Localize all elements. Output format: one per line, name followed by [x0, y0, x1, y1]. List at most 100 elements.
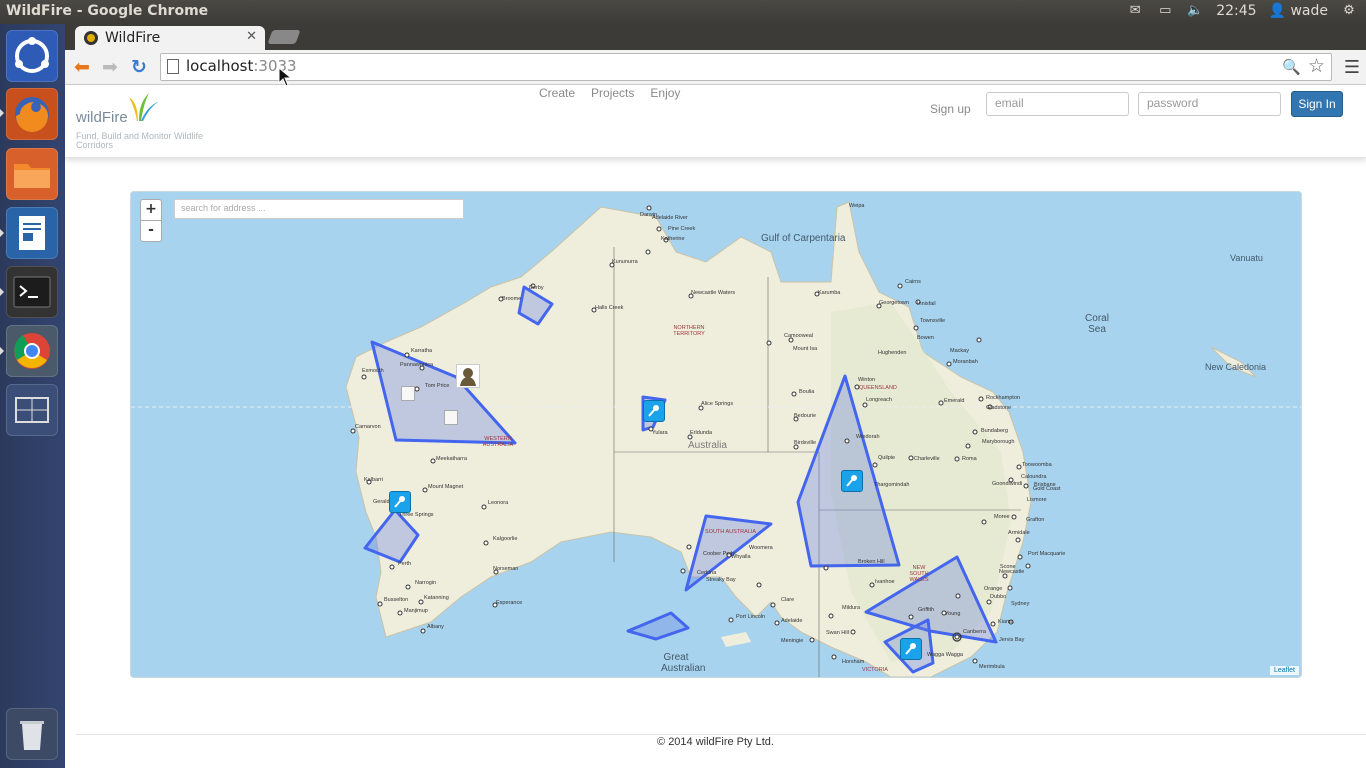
email-field[interactable]: email: [986, 92, 1129, 116]
project-marker[interactable]: [389, 491, 411, 513]
password-field[interactable]: password: [1138, 92, 1281, 116]
sign-in-button[interactable]: Sign In: [1291, 91, 1343, 117]
city-label: Karratha: [411, 348, 433, 354]
city-label: Derby: [529, 285, 544, 291]
map-view[interactable]: Gulf of Carpentaria Coral Sea Great Aust…: [130, 191, 1302, 678]
city-label: Grafton: [1026, 517, 1045, 523]
city-label: Horsham: [842, 659, 865, 665]
city-label: Charleville: [914, 456, 940, 462]
user-menu[interactable]: 👤 wade: [1269, 3, 1328, 19]
city-label: Weipa: [849, 203, 865, 209]
city-label: Maryborough: [982, 439, 1015, 445]
city-label: Norseman: [493, 566, 519, 572]
close-icon[interactable]: ✕: [246, 29, 257, 44]
city-label: Meekatharra: [436, 456, 467, 462]
city-label: Birdsville: [794, 440, 817, 446]
city-label: Armidale: [1008, 530, 1030, 536]
city-label: Busselton: [384, 597, 409, 603]
city-label: Caloundra: [1021, 474, 1047, 480]
user-name: wade: [1290, 3, 1328, 19]
city-label: Thargomindah: [874, 482, 910, 488]
favicon-icon: [84, 31, 98, 45]
hamburger-menu-icon[interactable]: ☰: [1344, 57, 1360, 78]
tab-wildfire[interactable]: WildFire ✕: [75, 26, 265, 50]
ubuntu-dash-icon[interactable]: [6, 30, 58, 82]
city-label: Yulara: [652, 430, 668, 436]
bookmark-star-icon[interactable]: ☆: [1308, 55, 1325, 77]
system-tray: ✉ ▭ 🔈 22:45 👤 wade ⚙: [1126, 3, 1358, 19]
address-search-input[interactable]: search for address ...: [174, 199, 464, 219]
user-avatar-marker[interactable]: [456, 364, 480, 388]
nav-create[interactable]: Create: [539, 86, 575, 100]
city-label: Streaky Bay: [706, 577, 736, 583]
sign-up-link[interactable]: Sign up: [930, 102, 971, 116]
nav-enjoy[interactable]: Enjoy: [650, 86, 680, 100]
battery-icon[interactable]: ▭: [1156, 4, 1174, 18]
trash-icon[interactable]: [6, 708, 58, 760]
city-label: Exmouth: [362, 368, 384, 374]
city-label: Cairns: [905, 279, 921, 285]
files-icon[interactable]: [6, 148, 58, 200]
leaflet-attribution-link[interactable]: Leaflet: [1269, 666, 1299, 675]
logo-text[interactable]: wildFire: [76, 109, 128, 126]
city-label: Rockhampton: [986, 395, 1020, 401]
city-label: Ivanhoe: [875, 579, 895, 585]
city-label: Leonora: [488, 500, 509, 506]
terminal-icon[interactable]: [6, 266, 58, 318]
city-label: Erldunda: [690, 430, 713, 436]
project-marker[interactable]: [900, 638, 922, 660]
city-label: Kununurra: [612, 259, 638, 265]
city-label: Broken Hill: [858, 559, 885, 565]
city-label: Pine Creek: [668, 226, 696, 232]
label-queensland: QUEENSLAND: [859, 385, 897, 391]
writer-icon[interactable]: [6, 207, 58, 259]
workspace-switcher-icon[interactable]: [6, 384, 58, 436]
os-top-panel: WildFire - Google Chrome ✉ ▭ 🔈 22:45 👤 w…: [0, 0, 1366, 24]
running-indicator: [0, 109, 4, 117]
zoom-in-button[interactable]: +: [140, 199, 162, 221]
main-nav: Create Projects Enjoy: [539, 86, 680, 100]
logo-leaf-icon[interactable]: [127, 91, 161, 125]
back-arrow-icon[interactable]: ⬅: [71, 57, 93, 77]
city-label: Quilpie: [878, 455, 896, 461]
city-label: Mackay: [950, 348, 969, 354]
city-label: Georgetown: [879, 300, 909, 306]
broken-image-icon: [444, 410, 458, 425]
city-label: Newcastle Waters: [691, 290, 736, 296]
label-gulf-of-carpentaria: Gulf of Carpentaria: [761, 233, 846, 244]
project-marker[interactable]: [643, 400, 665, 422]
city-label: Meningie: [781, 638, 804, 644]
address-bar[interactable]: localhost:3033 🔍 ☆: [160, 53, 1332, 81]
city-label: Kalgoorlie: [493, 536, 518, 542]
city-label: Katherine: [661, 236, 685, 242]
browser-toolbar: ⬅ ➡ ↻ localhost:3033 🔍 ☆ ☰: [65, 50, 1366, 85]
chrome-icon[interactable]: [6, 325, 58, 377]
search-icon[interactable]: 🔍: [1282, 58, 1301, 76]
tab-title: WildFire: [105, 30, 161, 46]
mail-icon[interactable]: ✉: [1126, 4, 1144, 18]
city-label: Tom Price: [425, 383, 450, 389]
clock[interactable]: 22:45: [1216, 3, 1256, 19]
forward-arrow-icon[interactable]: ➡: [99, 57, 121, 77]
map-basemap: [131, 192, 1301, 677]
city-label: Canberra: [963, 629, 986, 635]
city-label: Mount Magnet: [428, 484, 464, 490]
city-label: Esperance: [496, 600, 523, 606]
city-label: Swan Hill: [826, 630, 849, 636]
volume-icon[interactable]: 🔈: [1186, 4, 1204, 18]
city-label: Hughenden: [878, 350, 907, 356]
label-coral-sea: Coral Sea: [1085, 313, 1109, 335]
reload-icon[interactable]: ↻: [128, 57, 150, 77]
pin-icon: [394, 496, 405, 508]
zoom-out-button[interactable]: -: [140, 220, 162, 242]
nav-projects[interactable]: Projects: [591, 86, 634, 100]
city-label: Kiama: [998, 619, 1014, 625]
firefox-icon[interactable]: [6, 88, 58, 140]
project-marker[interactable]: [841, 470, 863, 492]
site-header: wildFire Fund, Build and Monitor Wildlif…: [65, 85, 1366, 158]
city-label: Clare: [781, 597, 795, 603]
city-label: Windorah: [856, 434, 880, 440]
settings-gear-icon[interactable]: ⚙: [1340, 4, 1358, 18]
new-tab-button[interactable]: [267, 30, 301, 44]
city-label: Albany: [427, 624, 444, 630]
